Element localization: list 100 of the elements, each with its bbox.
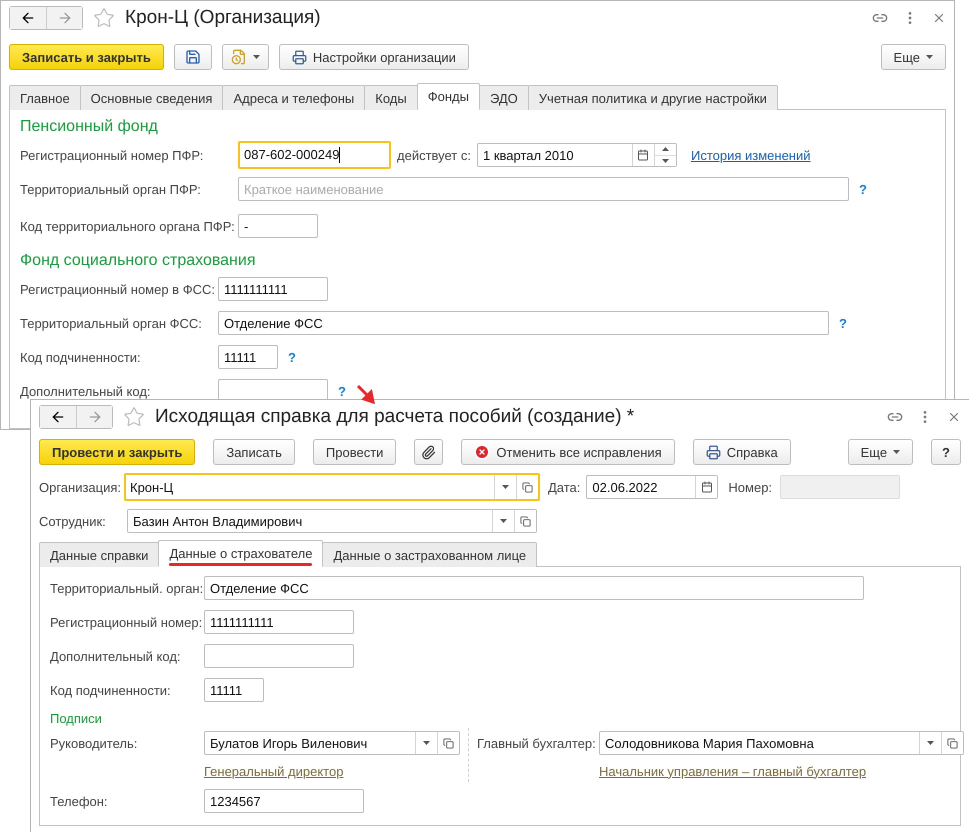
open-button[interactable] (437, 732, 459, 754)
open-icon (520, 516, 531, 526)
tab[interactable]: Основные сведения (80, 85, 224, 110)
printer-icon (292, 50, 307, 64)
printer-icon (706, 444, 721, 460)
calendar-icon (700, 481, 713, 493)
tab[interactable]: Адреса и телефоны (222, 85, 366, 110)
close-icon[interactable] (932, 11, 946, 25)
tab[interactable]: Данные о застрахованном лице (322, 542, 538, 567)
spin-down-button[interactable] (654, 154, 676, 166)
calendar-icon (637, 149, 650, 161)
print-button[interactable]: Настройки организации (278, 44, 469, 70)
primary-button[interactable]: Провести и закрыть (39, 439, 196, 465)
field-label: Код подчиненности: (20, 350, 142, 364)
paperclip-icon (421, 444, 436, 460)
field-label: Код подчиненности: (50, 682, 172, 698)
input-field[interactable]: 087-602-000249 (238, 141, 391, 169)
tab[interactable]: ЭДО (478, 85, 529, 110)
field-label: Регистрационный номер: (50, 614, 204, 630)
dropdown-icon (662, 158, 669, 163)
primary-button[interactable]: Записать и закрыть (9, 44, 164, 70)
select-field[interactable]: Крон-Ц (124, 473, 540, 501)
open-icon (947, 738, 958, 748)
help-link[interactable]: ? (839, 316, 847, 330)
select-field[interactable]: Солодовникова Мария Пахомовна (599, 731, 964, 755)
favorite-star-icon[interactable] (123, 406, 145, 428)
dropdown-icon (423, 741, 430, 745)
date-field[interactable]: 02.06.2022 (586, 475, 718, 499)
tab[interactable]: Учетная политика и другие настройки (528, 85, 778, 110)
position-link[interactable]: Генеральный директор (204, 764, 344, 778)
tab[interactable]: Данные справки (39, 542, 160, 567)
help-link[interactable]: ? (859, 182, 867, 196)
open-button[interactable] (941, 732, 963, 754)
open-button[interactable] (514, 510, 536, 532)
forward-icon (86, 409, 102, 425)
tab[interactable]: Данные о страхователе (158, 540, 324, 567)
field-label: Номер: (728, 480, 772, 494)
back-icon (20, 10, 36, 26)
tab[interactable]: Фонды (416, 83, 480, 110)
section-title: Подписи (50, 711, 103, 726)
date-field[interactable]: 1 квартал 2010 (476, 143, 677, 167)
field-label: действует с: (397, 148, 471, 162)
tab[interactable]: Главное (9, 85, 81, 110)
field-label: Регистрационный номер в ФСС: (20, 282, 216, 296)
toolbar-button[interactable]: Провести (312, 439, 396, 465)
tab[interactable]: Коды (364, 85, 418, 110)
section-title: Фонд социального страхования (20, 252, 256, 270)
field-label: Организация: (39, 480, 122, 494)
field-label: Главный бухгалтер: (477, 736, 597, 750)
section-title: Пенсионный фонд (20, 118, 159, 136)
back-icon (50, 409, 66, 425)
input-field[interactable]: 1111111111 (204, 610, 354, 634)
window-title: Крон-Ц (Организация) (125, 7, 322, 29)
more-button[interactable]: Еще (880, 44, 946, 70)
cancel-corrections-button[interactable]: Отменить все исправления (461, 439, 675, 465)
dropdown-icon (252, 55, 260, 59)
dropdown-icon (500, 519, 507, 523)
input-field[interactable]: - (238, 214, 318, 238)
pointer-arrow (356, 384, 378, 406)
input-field[interactable]: 11111 (204, 678, 264, 702)
dropdown-icon (927, 741, 934, 745)
select-field[interactable]: Базин Антон Владимирович (127, 509, 537, 533)
attach-button[interactable] (414, 439, 444, 465)
dropdown-icon (926, 55, 933, 59)
field-label: Территориальный орган ПФР: (20, 182, 202, 196)
field-label: Руководитель: (50, 736, 138, 750)
input-field[interactable]: 1234567 (204, 789, 364, 813)
open-icon (443, 738, 454, 748)
input-field[interactable]: 1111111111 (218, 277, 328, 301)
field-label: Код территориального органа ПФР: (20, 218, 236, 234)
field-label: Дополнительный код: (50, 648, 182, 664)
calendar-button[interactable] (695, 476, 718, 498)
window-title: Исходящая справка для расчета пособий (создание) * (155, 406, 636, 428)
field-label: Регистрационный номер ПФР: (20, 148, 204, 162)
back-button[interactable] (40, 406, 76, 428)
dropdown-icon (502, 485, 509, 489)
more-button[interactable]: Еще (848, 439, 914, 465)
select-field[interactable]: Булатов Игорь Виленович (204, 731, 460, 755)
favorite-star-icon[interactable] (93, 7, 115, 29)
document-clock-icon (230, 49, 247, 65)
input-field[interactable] (204, 644, 354, 668)
close-icon[interactable] (947, 410, 961, 424)
toolbar-button[interactable]: Записать (213, 439, 295, 465)
history-link[interactable]: История изменений (690, 148, 811, 162)
save-button[interactable] (174, 44, 212, 70)
back-button[interactable] (10, 7, 46, 29)
print-button[interactable]: Справка (692, 439, 791, 465)
input-field[interactable]: Отделение ФСС (204, 576, 864, 600)
input-field[interactable]: 11111 (218, 345, 278, 369)
field-label: Дополнительный код: (20, 384, 152, 398)
position-link[interactable]: Начальник управления – главный бухгалтер (599, 764, 866, 778)
field-label: Сотрудник: (39, 514, 107, 528)
help-link[interactable]: ? (338, 384, 346, 398)
forward-icon (56, 10, 72, 26)
help-link[interactable]: ? (288, 350, 296, 364)
help-button[interactable]: ? (931, 439, 961, 465)
dropdown-icon (893, 450, 900, 454)
input-field[interactable]: Отделение ФСС (218, 311, 829, 335)
spin-up-icon (662, 147, 669, 152)
cancel-icon (474, 444, 490, 460)
